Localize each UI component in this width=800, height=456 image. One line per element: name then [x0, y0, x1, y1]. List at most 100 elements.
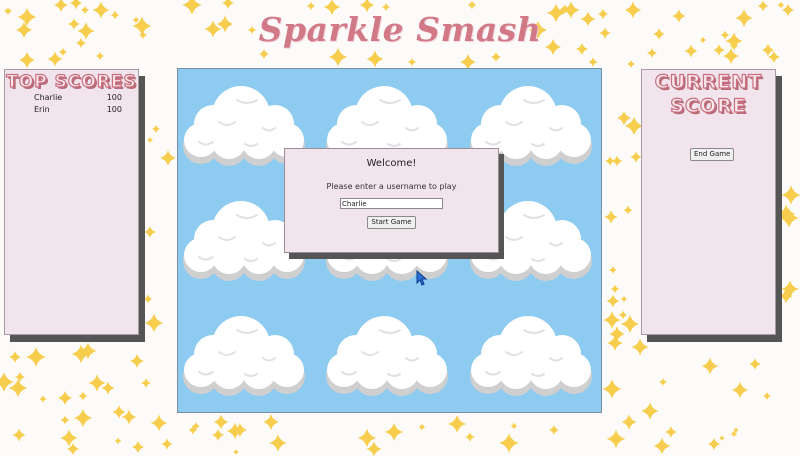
- sparkle-star-icon: [701, 357, 719, 375]
- current-score-heading-line2: Score: [670, 94, 747, 117]
- sparkle-star-icon: [144, 226, 156, 238]
- sparkle-star-icon: [150, 414, 168, 432]
- score-player-name: Charlie: [34, 93, 63, 102]
- welcome-dialog: Welcome! Please enter a username to play…: [284, 148, 499, 253]
- mouse-cursor-icon: [416, 270, 428, 286]
- sparkle-star-icon: [213, 414, 229, 430]
- sparkle-star-icon: [609, 266, 617, 274]
- sparkle-star-icon: [211, 428, 225, 442]
- score-player-name: Erin: [34, 105, 50, 114]
- sparkle-star-icon: [607, 335, 623, 351]
- username-prompt: Please enter a username to play: [326, 182, 457, 191]
- username-input[interactable]: [340, 198, 443, 209]
- sparkle-star-icon: [606, 294, 620, 308]
- cloud-target[interactable]: [179, 312, 309, 396]
- sparkle-star-icon: [620, 295, 628, 303]
- sparkle-star-icon: [129, 353, 145, 369]
- score-value: 100: [106, 93, 122, 102]
- sparkle-star-icon: [762, 391, 772, 401]
- sparkle-star-icon: [641, 402, 659, 420]
- start-game-button[interactable]: Start Game: [367, 216, 416, 229]
- score-value: 100: [106, 105, 122, 114]
- sparkle-star-icon: [14, 371, 26, 383]
- sparkle-star-icon: [366, 441, 382, 456]
- sparkle-star-icon: [623, 205, 633, 215]
- top-scores-panel: Top Scores Charlie 100 Erin 100: [4, 69, 139, 335]
- sparkle-star-icon: [630, 151, 642, 163]
- sparkle-star-icon: [646, 47, 658, 59]
- sparkle-star-icon: [144, 313, 164, 333]
- sparkle-star-icon: [777, 1, 785, 9]
- sparkle-star-icon: [26, 347, 46, 367]
- sparkle-star-icon: [631, 338, 649, 356]
- sparkle-star-icon: [161, 438, 173, 450]
- sparkle-star-icon: [221, 0, 235, 10]
- sparkle-star-icon: [616, 110, 632, 126]
- sparkle-star-icon: [602, 379, 622, 399]
- sparkle-star-icon: [151, 124, 161, 134]
- sparkle-star-icon: [69, 0, 83, 10]
- sparkle-star-icon: [653, 437, 671, 455]
- score-row: Charlie 100: [5, 92, 138, 104]
- sparkle-star-icon: [88, 374, 106, 392]
- sparkle-star-icon: [60, 429, 78, 447]
- sparkle-star-icon: [731, 381, 749, 399]
- sparkle-star-icon: [47, 51, 63, 67]
- sparkle-star-icon: [60, 415, 70, 425]
- sparkle-star-icon: [258, 48, 270, 60]
- current-score-heading: Current Score: [642, 70, 775, 118]
- sparkle-star-icon: [95, 51, 105, 61]
- sparkle-star-icon: [114, 437, 122, 445]
- sparkle-star-icon: [465, 432, 475, 442]
- sparkle-star-icon: [606, 429, 626, 449]
- sparkle-star-icon: [658, 377, 668, 387]
- sparkle-star-icon: [57, 390, 73, 406]
- sparkle-star-icon: [490, 51, 502, 63]
- end-game-button[interactable]: End Game: [690, 148, 735, 161]
- sparkle-star-icon: [781, 185, 800, 205]
- game-title: Sparkle Smash: [258, 10, 542, 49]
- score-row: Erin 100: [5, 104, 138, 116]
- sparkle-star-icon: [603, 311, 621, 329]
- sparkle-star-icon: [723, 48, 739, 64]
- sparkle-star-icon: [467, 0, 477, 10]
- sparkle-star-icon: [328, 47, 348, 67]
- current-score-panel: Current Score End Game: [641, 69, 776, 335]
- sparkle-star-icon: [262, 413, 280, 431]
- sparkle-star-icon: [141, 378, 151, 388]
- sparkle-star-icon: [39, 395, 47, 403]
- sparkle-star-icon: [146, 136, 154, 144]
- sparkle-star-icon: [232, 448, 240, 456]
- sparkle-star-icon: [78, 391, 88, 401]
- sparkle-star-icon: [548, 424, 560, 436]
- sparkle-star-icon: [448, 415, 466, 433]
- sparkle-star-icon: [160, 150, 176, 166]
- sparkle-star-icon: [604, 210, 618, 224]
- sparkle-star-icon: [73, 408, 93, 428]
- sparkle-star-icon: [665, 426, 677, 438]
- sparkle-star-icon: [18, 51, 36, 69]
- sparkle-star-icon: [718, 434, 726, 442]
- sparkle-star-icon: [366, 50, 384, 68]
- sparkle-star-icon: [384, 422, 404, 442]
- current-score-heading-line1: Current: [654, 70, 763, 93]
- sparkle-star-icon: [510, 422, 518, 430]
- welcome-title: Welcome!: [366, 158, 417, 169]
- sparkle-star-icon: [618, 310, 628, 320]
- sparkle-star-icon: [143, 294, 153, 304]
- sparkle-star-icon: [269, 434, 287, 452]
- sparkle-star-icon: [12, 428, 26, 442]
- sparkle-star-icon: [610, 284, 620, 294]
- sparkle-star-icon: [707, 437, 721, 451]
- sparkle-star-icon: [621, 414, 637, 430]
- cloud-target[interactable]: [322, 312, 452, 396]
- sparkle-star-icon: [626, 59, 636, 69]
- sparkle-star-icon: [418, 423, 426, 431]
- top-scores-heading: Top Scores: [6, 71, 137, 92]
- sparkle-star-icon: [131, 440, 145, 454]
- sparkle-star-icon: [588, 57, 598, 67]
- sparkle-star-icon: [749, 358, 761, 370]
- cloud-target[interactable]: [466, 312, 596, 396]
- sparkle-star-icon: [407, 57, 417, 67]
- sparkle-star-icon: [604, 155, 616, 167]
